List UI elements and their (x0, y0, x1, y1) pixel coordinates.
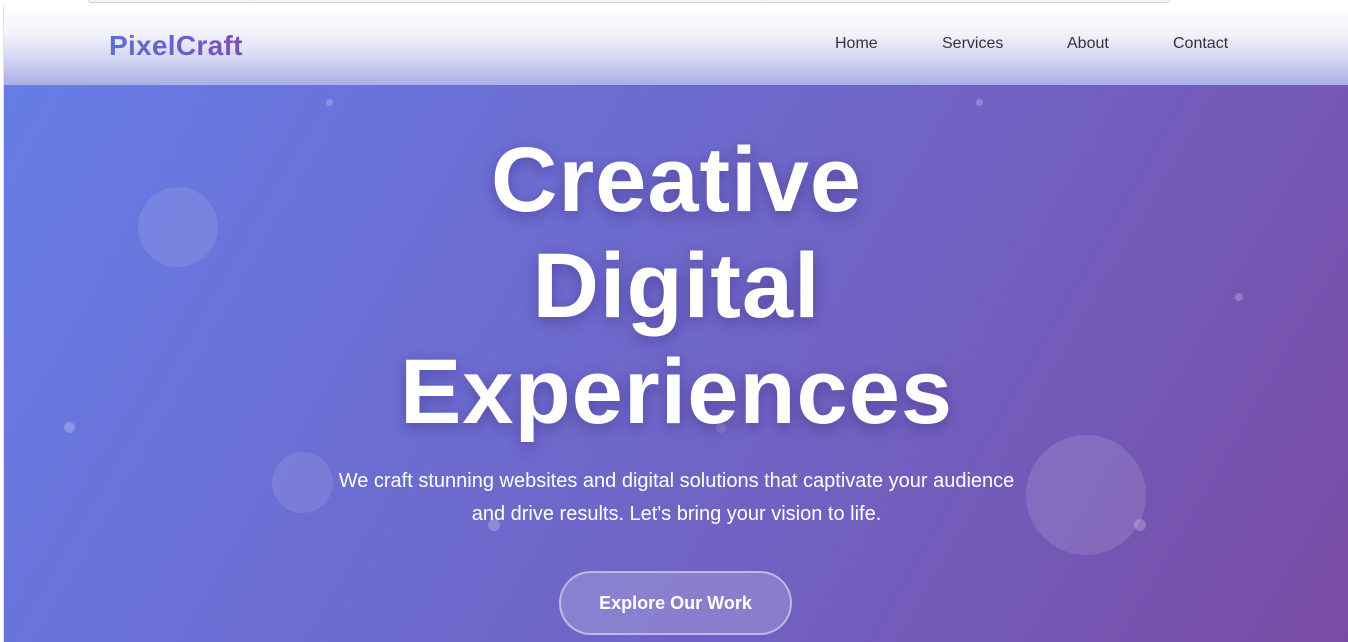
page-viewport: PixelCraft Home Services About Contact C… (3, 5, 1348, 642)
nav-link-contact[interactable]: Contact (1173, 35, 1228, 53)
hero-section: Creative Digital Experiences We craft st… (4, 85, 1348, 642)
hero-subtitle-line: and drive results. Let's bring your visi… (471, 503, 882, 525)
hero-headline-line: Digital (532, 235, 821, 337)
hero-subtitle-line: We craft stunning websites and digital s… (338, 470, 1015, 492)
explore-work-button[interactable]: Explore Our Work (559, 571, 792, 635)
hero-headline-line: Experiences (399, 341, 954, 443)
navbar: PixelCraft Home Services About Contact (4, 5, 1348, 86)
hero-headline: Creative Digital Experiences (4, 127, 1348, 445)
browser-top-edge (88, 0, 1170, 3)
nav-link-home[interactable]: Home (835, 35, 878, 53)
decorative-dot (976, 99, 983, 106)
decorative-dot (326, 99, 333, 106)
nav-link-services[interactable]: Services (942, 35, 1003, 53)
hero-subtitle: We craft stunning websites and digital s… (304, 465, 1049, 531)
nav-links: Home Services About Contact (4, 35, 1348, 55)
nav-link-about[interactable]: About (1067, 35, 1109, 53)
hero-headline-line: Creative (490, 129, 863, 231)
decorative-dot (1134, 519, 1146, 531)
